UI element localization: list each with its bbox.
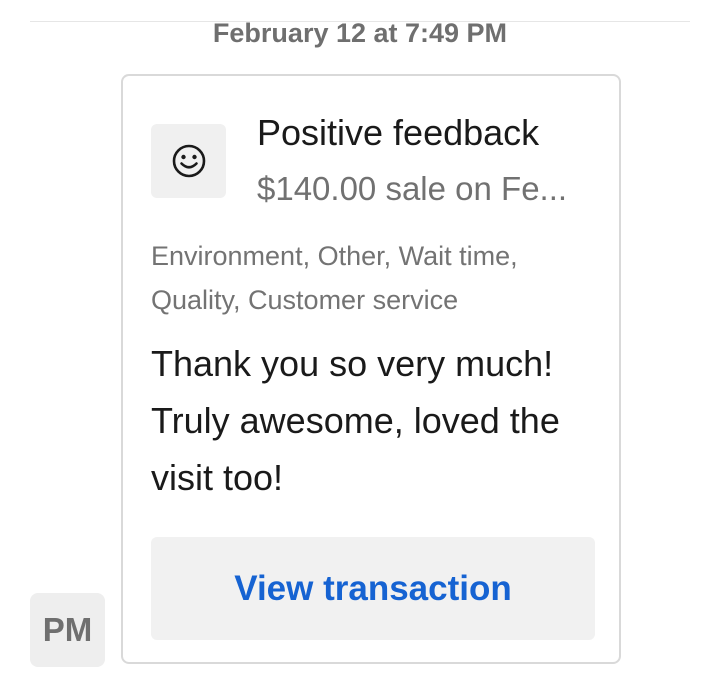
feedback-message: Thank you so very much! Truly awesome, l… — [151, 343, 560, 498]
feedback-subtitle: $140.00 sale on Fe... — [257, 170, 568, 207]
message-timestamp: February 12 at 7:49 PM — [212, 18, 508, 48]
smiley-face-icon — [151, 124, 226, 198]
feedback-tags: Environment, Other, Wait time, Quality, … — [151, 241, 518, 315]
feedback-title: Positive feedback — [257, 112, 540, 153]
feedback-card: Positive feedback $140.00 sale on Fe... … — [121, 74, 621, 664]
sender-avatar[interactable]: PM — [30, 593, 105, 667]
view-transaction-button[interactable]: View transaction — [151, 537, 595, 640]
conversation-view: February 12 at 7:49 PM Positive feedback… — [0, 0, 720, 677]
